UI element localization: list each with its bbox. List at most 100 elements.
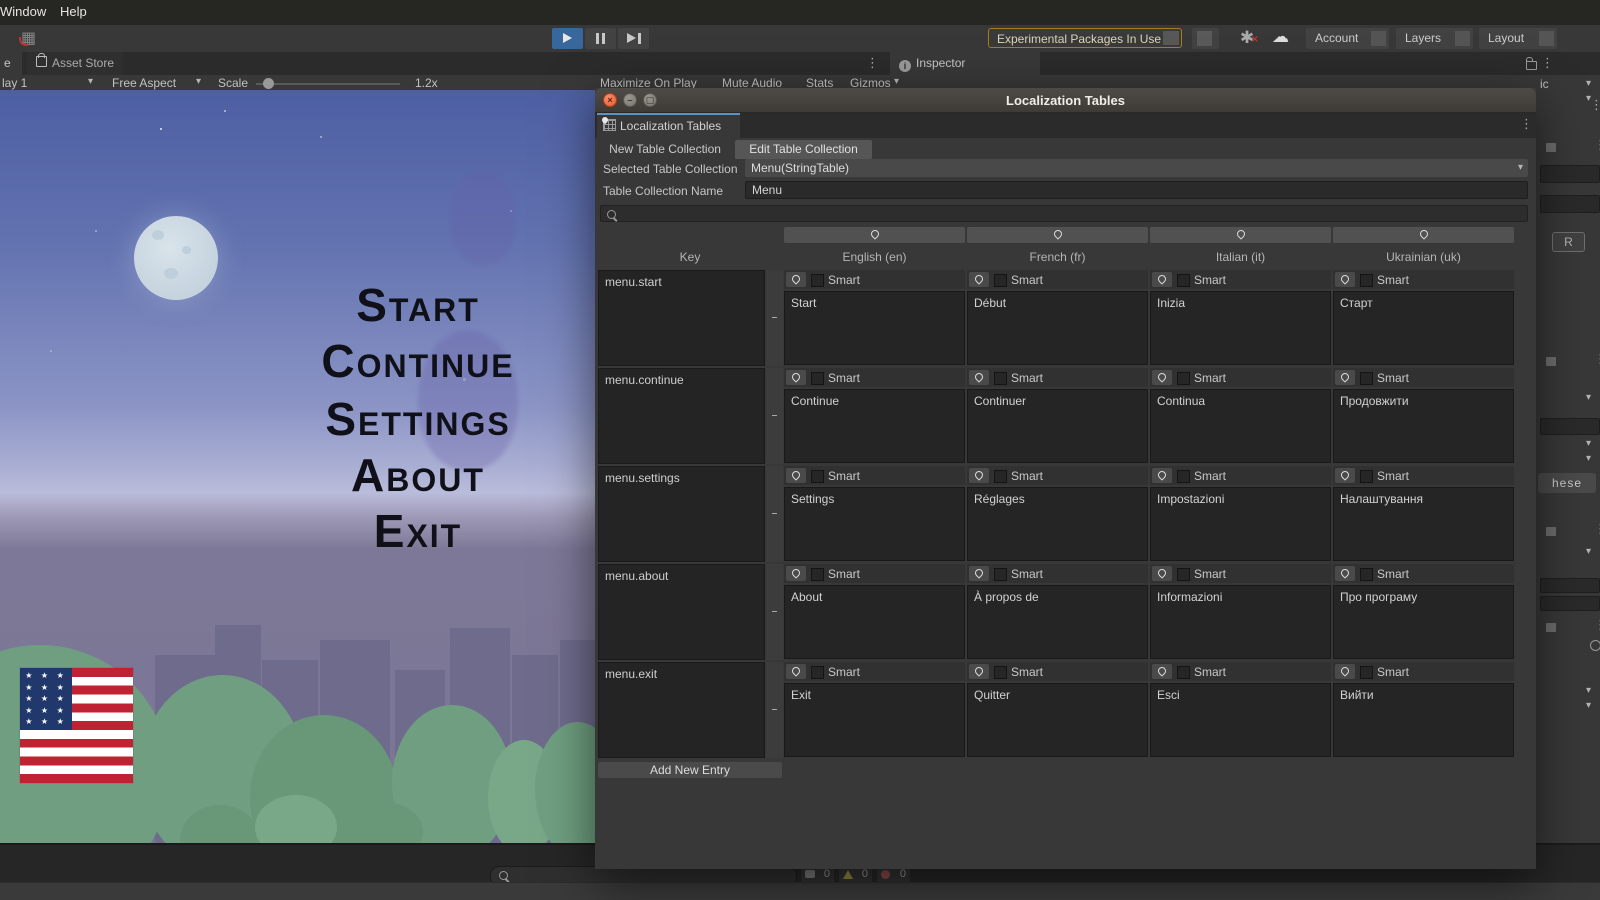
smart-checkbox[interactable]	[811, 470, 824, 483]
smart-checkbox[interactable]	[811, 568, 824, 581]
metadata-button[interactable]	[786, 272, 806, 287]
metadata-button[interactable]	[969, 370, 989, 385]
static-dropdown-arrow[interactable]: ▾	[1586, 78, 1591, 89]
inspector-dropdown-arrow-1[interactable]: ▾	[1586, 392, 1591, 403]
translation-field[interactable]: Старт	[1333, 291, 1514, 365]
translation-field[interactable]: Start	[784, 291, 965, 365]
column-metadata-button[interactable]	[1333, 227, 1514, 243]
translation-field[interactable]: Inizia	[1150, 291, 1331, 365]
remove-entry-button[interactable]: –	[766, 270, 783, 366]
column-header-french[interactable]: French (fr)	[967, 245, 1148, 270]
remove-entry-button[interactable]: –	[766, 368, 783, 464]
column-metadata-button[interactable]	[967, 227, 1148, 243]
asset-store-tab[interactable]: Asset Store	[27, 52, 123, 75]
translation-field[interactable]: Continue	[784, 389, 965, 463]
smart-checkbox[interactable]	[1177, 568, 1190, 581]
metadata-button[interactable]	[969, 566, 989, 581]
table-search-input[interactable]	[600, 205, 1528, 222]
metadata-button[interactable]	[969, 468, 989, 483]
smart-checkbox[interactable]	[1360, 274, 1373, 287]
component-kebab-icon[interactable]: ⋮	[1590, 99, 1600, 112]
metadata-button[interactable]	[786, 468, 806, 483]
translation-field[interactable]: Вийти	[1333, 683, 1514, 757]
translation-field[interactable]: Esci	[1150, 683, 1331, 757]
metadata-button[interactable]	[969, 664, 989, 679]
column-header-ukrainian[interactable]: Ukrainian (uk)	[1333, 245, 1514, 270]
key-cell[interactable]: menu.settings	[598, 466, 765, 562]
metadata-button[interactable]	[786, 370, 806, 385]
inspector-dropdown-arrow-2[interactable]: ▾	[1586, 438, 1591, 449]
translation-field[interactable]: Réglages	[967, 487, 1148, 561]
experimental-packages-badge[interactable]: Experimental Packages In Use	[988, 28, 1182, 48]
metadata-button[interactable]	[1152, 468, 1172, 483]
cloud-icon[interactable]: ☁	[1272, 27, 1289, 47]
aspect-dropdown[interactable]: Free Aspect	[112, 76, 176, 90]
play-button[interactable]	[552, 28, 583, 49]
new-table-collection-button[interactable]: New Table Collection	[599, 140, 731, 159]
smart-checkbox[interactable]	[1360, 372, 1373, 385]
us-flag[interactable]: ★ ★ ★ ★ ★ ★ ★ ★ ★ ★ ★ ★ ★ ★ ★	[20, 668, 133, 783]
inspector-kebab-icon[interactable]: ⋮	[1541, 57, 1554, 70]
key-cell[interactable]: menu.start	[598, 270, 765, 366]
translation-field[interactable]: About	[784, 585, 965, 659]
column-metadata-button[interactable]	[784, 227, 965, 243]
translation-field[interactable]: Налаштування	[1333, 487, 1514, 561]
smart-checkbox[interactable]	[994, 568, 1007, 581]
translation-field[interactable]: Quitter	[967, 683, 1148, 757]
preset-icon[interactable]	[1546, 143, 1556, 152]
metadata-button[interactable]	[1335, 664, 1355, 679]
remove-entry-button[interactable]: –	[766, 466, 783, 562]
game-menu-start[interactable]: Start	[356, 278, 480, 332]
component-kebab-icon-5[interactable]: ⋮	[1594, 619, 1600, 632]
window-titlebar[interactable]: Localization Tables × – ▢	[595, 88, 1536, 113]
layers-button[interactable]: Layers	[1396, 28, 1473, 49]
game-menu-settings[interactable]: Settings	[325, 392, 510, 446]
inspector-dropdown-arrow-3[interactable]: ▾	[1586, 453, 1591, 464]
metadata-button[interactable]	[1152, 272, 1172, 287]
translation-field[interactable]: Début	[967, 291, 1148, 365]
window-kebab-icon[interactable]: ⋮	[1520, 118, 1533, 131]
preset-icon-4[interactable]	[1546, 623, 1556, 632]
game-tab-partial[interactable]: e	[0, 52, 22, 75]
smart-checkbox[interactable]	[811, 274, 824, 287]
metadata-button[interactable]	[1152, 664, 1172, 679]
smart-checkbox[interactable]	[994, 666, 1007, 679]
smart-checkbox[interactable]	[994, 274, 1007, 287]
inspector-field-3[interactable]	[1540, 418, 1600, 435]
inspector-dropdown-arrow-4[interactable]: ▾	[1586, 546, 1591, 557]
collection-name-field[interactable]: Menu	[745, 181, 1528, 199]
metadata-button[interactable]	[1335, 566, 1355, 581]
key-cell[interactable]: menu.continue	[598, 368, 765, 464]
smart-checkbox[interactable]	[1177, 372, 1190, 385]
grid-snap-icon[interactable]: ▦	[18, 28, 39, 47]
game-menu-about[interactable]: About	[351, 448, 485, 502]
translation-field[interactable]: Continuer	[967, 389, 1148, 463]
metadata-button[interactable]	[1335, 272, 1355, 287]
column-metadata-button[interactable]	[1150, 227, 1331, 243]
remove-entry-button[interactable]: –	[766, 564, 783, 660]
edit-table-collection-button[interactable]: Edit Table Collection	[735, 140, 872, 159]
component-kebab-icon-3[interactable]: ⋮	[1594, 353, 1600, 366]
metadata-button[interactable]	[786, 664, 806, 679]
lock-icon[interactable]	[1526, 61, 1537, 70]
column-header-italian[interactable]: Italian (it)	[1150, 245, 1331, 270]
toolbar-square-button[interactable]	[1192, 28, 1219, 49]
translation-field[interactable]: Impostazioni	[1150, 487, 1331, 561]
key-column-header[interactable]: Key	[598, 245, 782, 270]
translation-field[interactable]: À propos de	[967, 585, 1148, 659]
component-kebab-icon-4[interactable]: ⋮	[1594, 523, 1600, 536]
preset-icon-2[interactable]	[1546, 357, 1556, 366]
metadata-button[interactable]	[1335, 370, 1355, 385]
game-menu-exit[interactable]: Exit	[374, 504, 462, 558]
step-button[interactable]	[618, 28, 649, 49]
metadata-button[interactable]	[1152, 566, 1172, 581]
smart-checkbox[interactable]	[1177, 666, 1190, 679]
minimize-icon[interactable]: –	[623, 93, 637, 107]
add-new-entry-button[interactable]: Add New Entry	[598, 762, 782, 778]
metadata-button[interactable]	[969, 272, 989, 287]
inspector-field-4[interactable]	[1540, 578, 1600, 593]
smart-checkbox[interactable]	[811, 666, 824, 679]
smart-checkbox[interactable]	[1177, 274, 1190, 287]
inspector-tab[interactable]: iInspector	[890, 52, 1040, 75]
smart-checkbox[interactable]	[1360, 666, 1373, 679]
